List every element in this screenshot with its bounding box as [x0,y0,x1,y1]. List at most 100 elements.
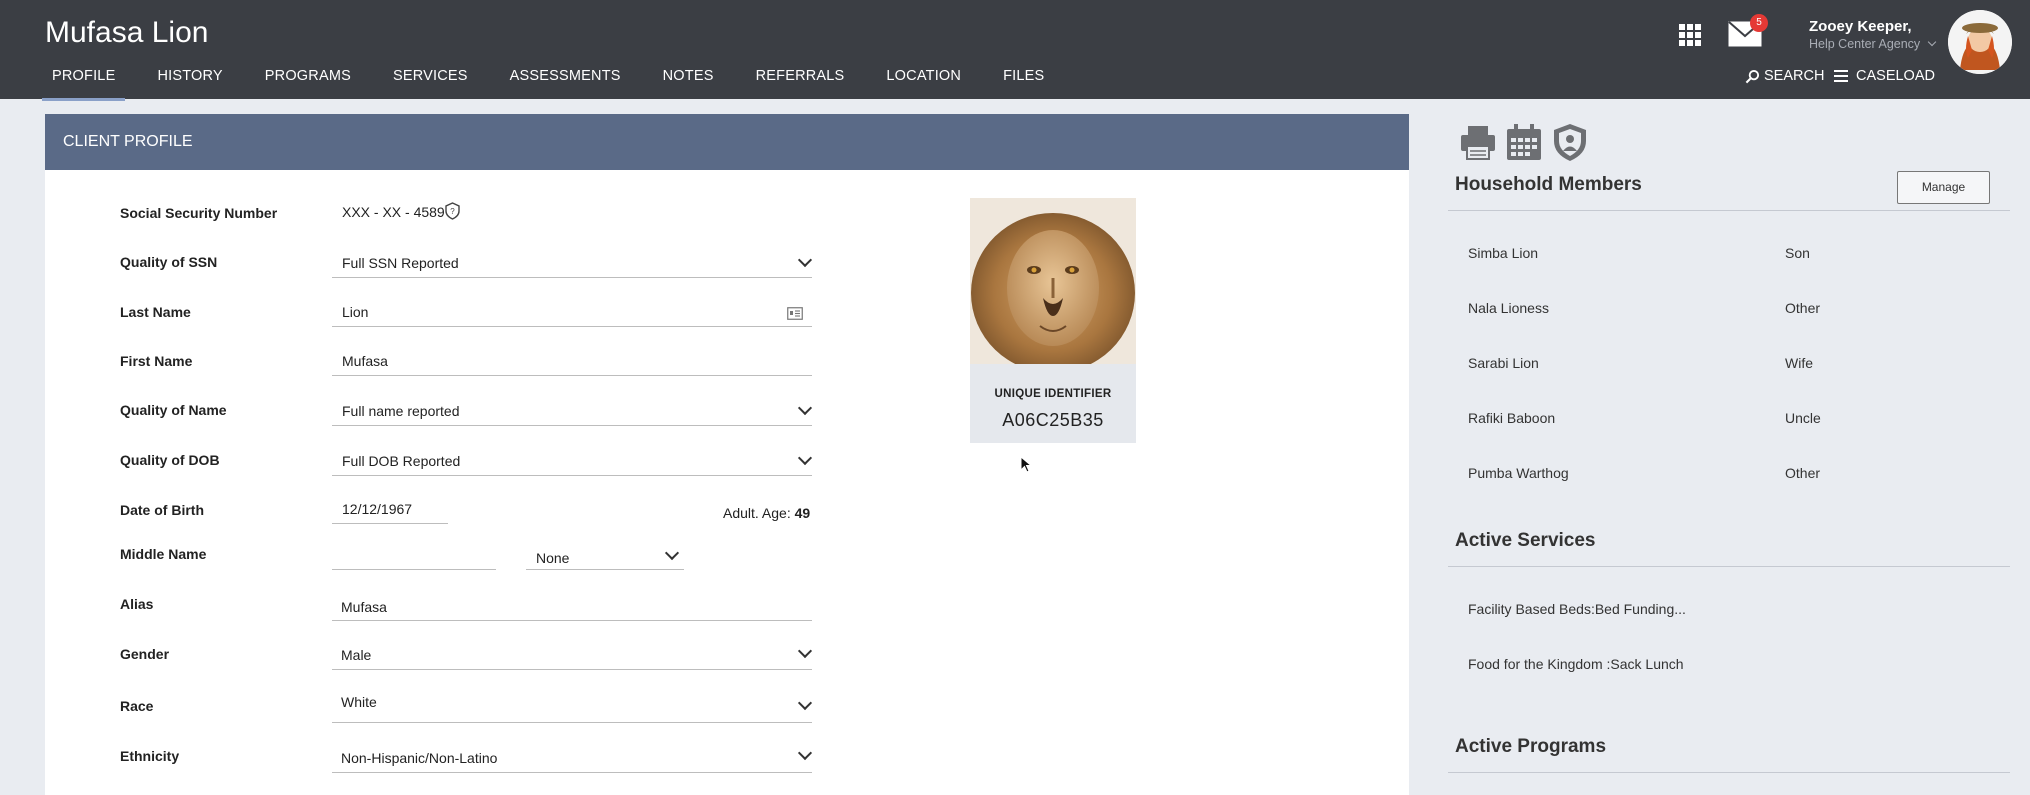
household-member-relation: Wife [1785,355,1813,371]
household-member-name[interactable]: Simba Lion [1468,245,1538,261]
active-service-item[interactable]: Facility Based Beds:Bed Funding... [1468,601,1686,617]
client-profile-panel: CLIENT PROFILE Social Security Number XX… [45,114,1409,795]
nav-history[interactable]: HISTORY [147,68,232,101]
first-name-underline [332,375,812,376]
household-member-relation: Uncle [1785,410,1821,426]
household-divider [1448,210,2010,211]
client-name: Mufasa Lion [45,16,209,49]
mouse-cursor-icon [1020,456,1032,473]
gender-underline [332,669,812,670]
avatar[interactable] [1948,10,2012,74]
nav-assessments[interactable]: ASSESSMENTS [500,68,631,101]
caseload-button[interactable]: CASELOAD [1834,68,1935,84]
main-nav: PROFILE HISTORY PROGRAMS SERVICES ASSESS… [42,68,1076,101]
middle-name-label: Middle Name [120,546,207,562]
race-underline [332,722,812,723]
first-name-label: First Name [120,353,193,369]
user-agency-selector[interactable]: Help Center Agency [1809,37,1936,51]
user-name[interactable]: Zooey Keeper, [1809,18,1912,35]
programs-divider [1448,772,2010,773]
top-bar: Mufasa Lion PROFILE HISTORY PROGRAMS SER… [0,0,2030,101]
household-member-relation: Son [1785,245,1810,261]
user-agency-label: Help Center Agency [1809,37,1921,51]
dob-quality-label: Quality of DOB [120,452,220,468]
name-quality-value: Full name reported [342,403,460,419]
chevron-down-icon [797,252,813,268]
ssn-value: XXX - XX - 4589 [342,204,445,220]
menu-icon [1834,70,1848,82]
household-member-name[interactable]: Rafiki Baboon [1468,410,1555,426]
id-card-icon[interactable] [787,307,803,320]
nav-programs[interactable]: PROGRAMS [255,68,361,101]
active-programs-title: Active Programs [1455,736,1607,757]
chevron-down-icon [797,695,813,711]
last-name-label: Last Name [120,304,191,320]
lion-photo-illustration [970,198,1136,364]
ssn-quality-value: Full SSN Reported [342,255,459,271]
unique-identifier-label: UNIQUE IDENTIFIER [994,388,1112,400]
manage-household-button[interactable]: Manage [1897,171,1990,204]
household-member-relation: Other [1785,465,1821,481]
chevron-down-icon [797,643,813,659]
household-members-title: Household Members [1455,174,1642,195]
chevron-down-icon [1927,37,1936,47]
unique-identifier-value: A06C25B35 [1002,410,1104,430]
nav-location[interactable]: LOCATION [876,68,971,101]
dob-quality-underline [332,475,812,476]
ssn-quality-label: Quality of SSN [120,254,218,270]
sidebar-tools [1458,122,1596,162]
alias-label: Alias [120,596,154,612]
household-member-relation: Other [1785,300,1821,316]
caseload-label: CASELOAD [1856,68,1935,84]
client-profile-header: CLIENT PROFILE [45,114,1409,170]
suffix-underline [526,569,684,570]
chevron-down-icon [797,450,813,466]
gender-value: Male [341,647,372,663]
household-member-name[interactable]: Nala Lioness [1468,300,1549,316]
shield-icon[interactable]: ? [445,202,460,220]
client-photo[interactable] [970,198,1136,364]
mail-count-badge: 5 [1750,14,1768,32]
name-quality-label: Quality of Name [120,402,227,418]
chevron-down-icon [797,400,813,416]
gender-label: Gender [120,646,170,662]
alias-value: Mufasa [341,599,387,615]
nav-referrals[interactable]: REFERRALS [746,68,855,101]
alias-underline [332,620,812,621]
household-member-name[interactable]: Sarabi Lion [1468,355,1539,371]
nav-notes[interactable]: NOTES [653,68,724,101]
ethnicity-value: Non-Hispanic/Non-Latino [341,750,498,766]
services-divider [1448,566,2010,567]
client-profile-title: CLIENT PROFILE [63,133,193,150]
dob-quality-value: Full DOB Reported [342,453,461,469]
ethnicity-label: Ethnicity [120,748,180,764]
ssn-quality-underline [332,277,812,278]
apps-grid-icon[interactable] [1679,24,1701,46]
nav-services[interactable]: SERVICES [383,68,478,101]
printer-icon[interactable] [1458,122,1498,162]
race-label: Race [120,698,154,714]
client-photo-card: UNIQUE IDENTIFIER A06C25B35 [970,198,1136,443]
nav-files[interactable]: FILES [993,68,1054,101]
calendar-icon[interactable] [1504,122,1544,162]
nav-profile[interactable]: PROFILE [42,68,126,101]
chevron-down-icon [797,745,813,761]
ssn-label: Social Security Number [120,205,278,221]
search-icon [1745,69,1760,83]
race-value: White [341,694,377,710]
search-button[interactable]: SEARCH [1745,68,1824,84]
last-name-underline [332,326,812,327]
active-services-title: Active Services [1455,530,1596,551]
middle-name-underline [332,569,496,570]
age-value: 49 [794,505,811,521]
age-display: Adult. Age: 49 [723,505,810,521]
active-service-item[interactable]: Food for the Kingdom :Sack Lunch [1468,656,1684,672]
first-name-value: Mufasa [342,353,388,369]
user-avatar-illustration [1948,10,2012,74]
chevron-down-icon [664,545,680,561]
last-name-value: Lion [342,304,369,320]
age-text: Adult. Age: [723,505,791,521]
shield-lock-icon[interactable] [1550,122,1590,162]
household-member-name[interactable]: Pumba Warthog [1468,465,1569,481]
search-label: SEARCH [1764,68,1825,84]
